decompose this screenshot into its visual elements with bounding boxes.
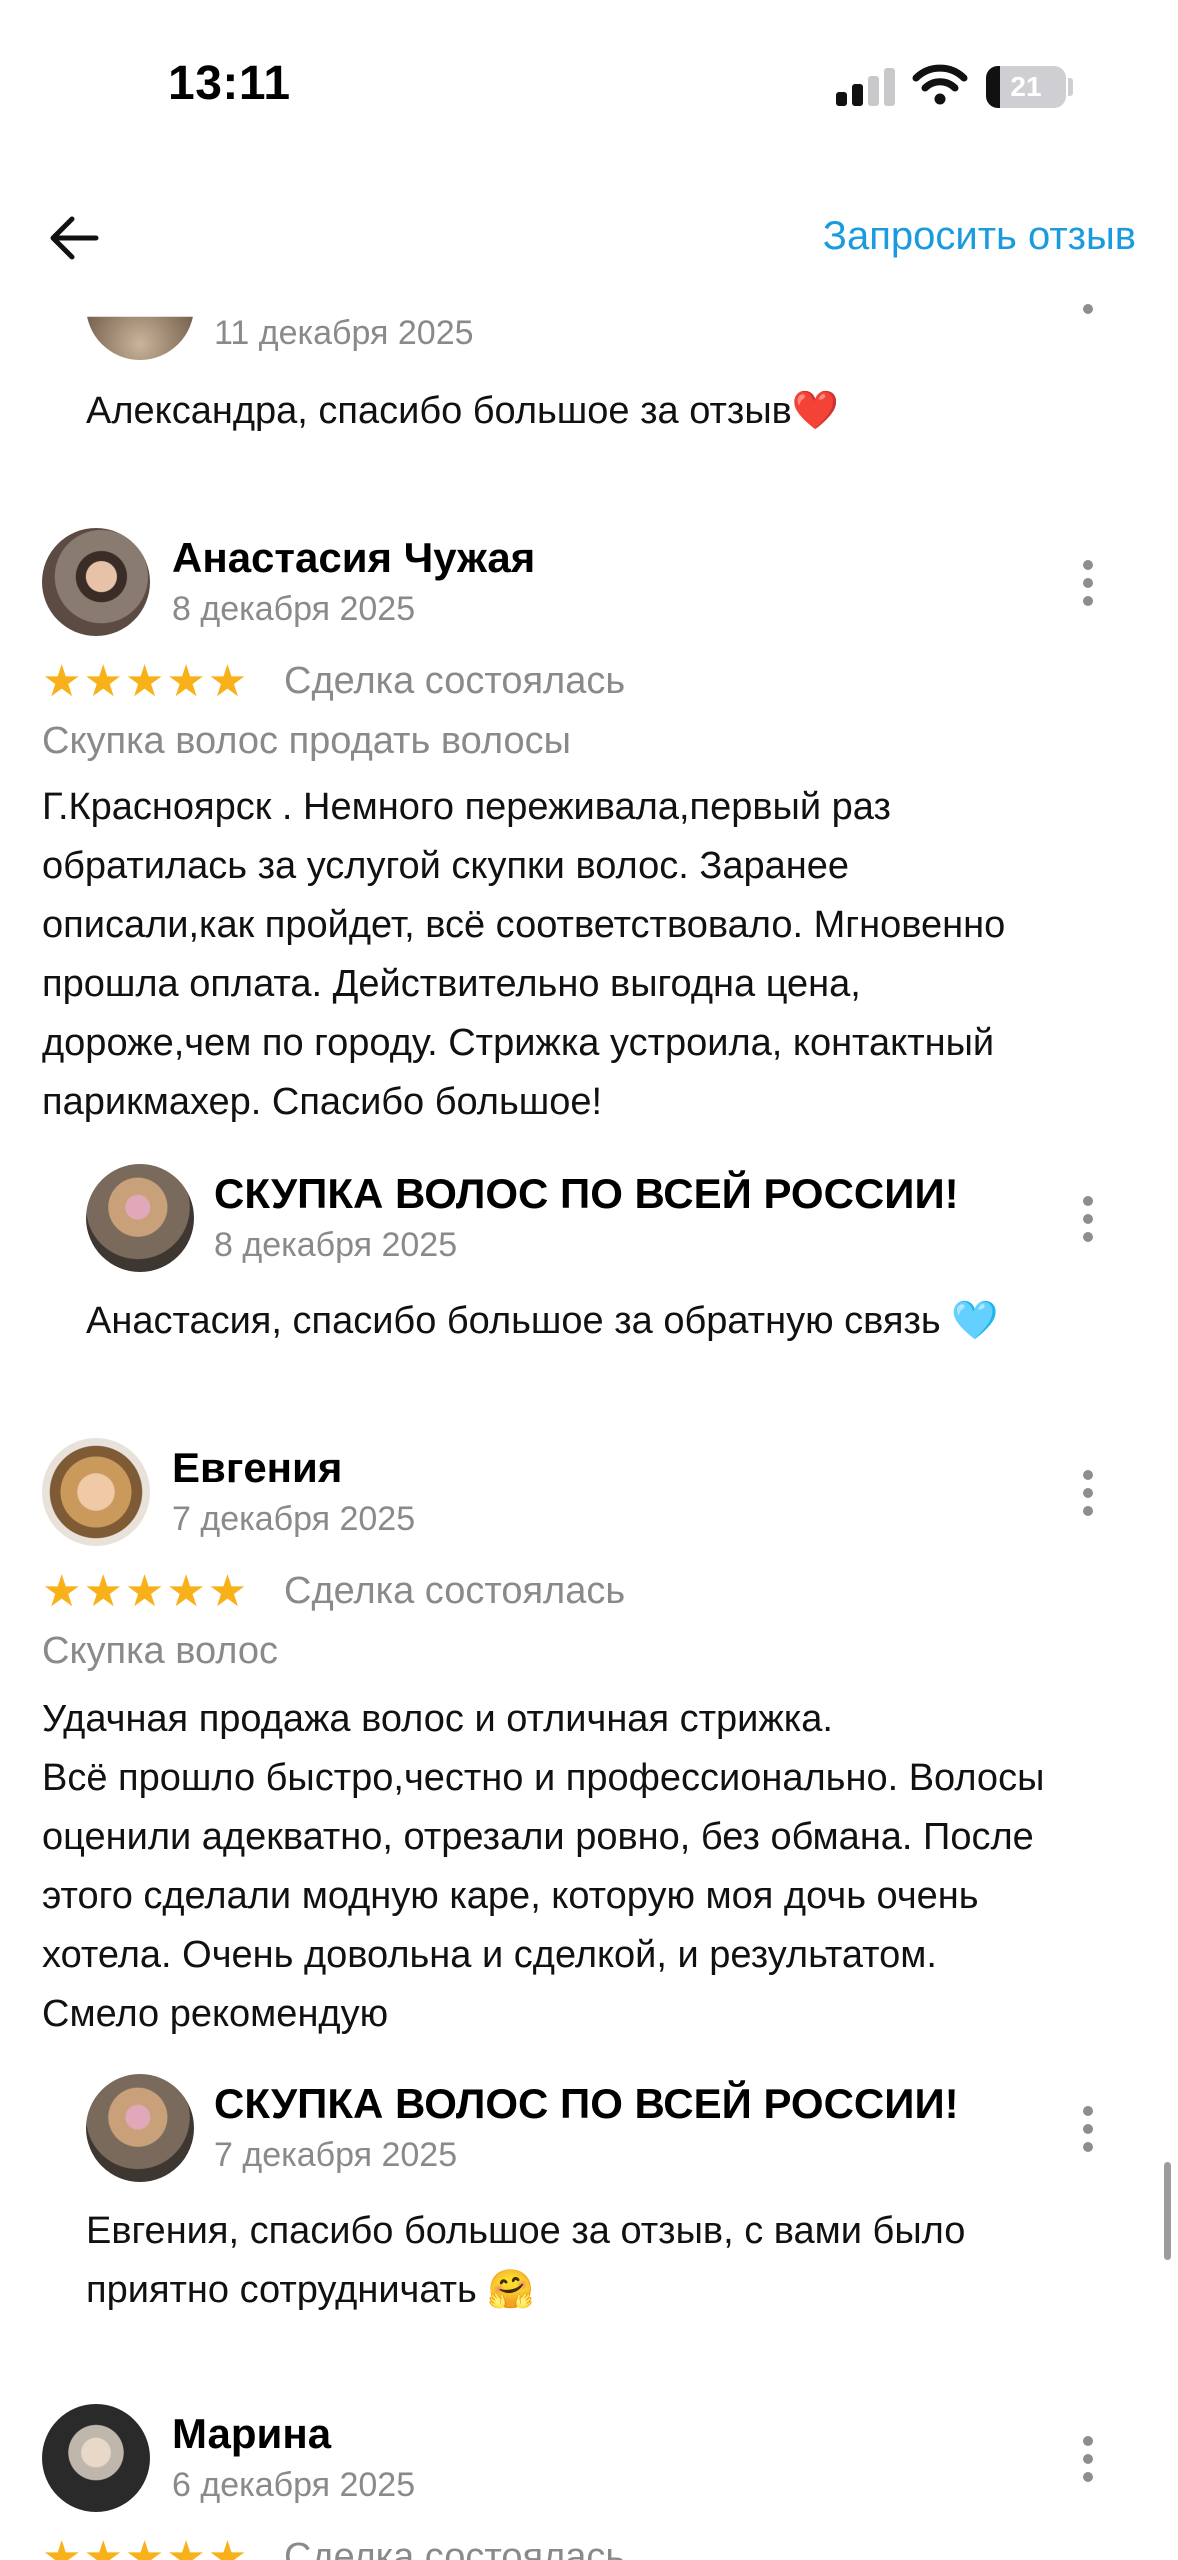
- review-author[interactable]: Анастасия Чужая: [172, 534, 535, 582]
- reply-author[interactable]: СКУПКА ВОЛОС ПО ВСЕЙ РОССИИ!: [214, 2080, 959, 2128]
- request-review-link[interactable]: Запросить отзыв: [823, 214, 1136, 259]
- battery-level: 21: [1010, 71, 1042, 102]
- reply-date: 11 декабря 2025: [214, 314, 474, 352]
- scrollbar[interactable]: [1164, 2162, 1171, 2260]
- status-time: 13:11: [168, 57, 291, 110]
- avatar: [86, 2074, 194, 2182]
- more-options-icon[interactable]: [1082, 1196, 1094, 1246]
- service-name: Скупка волос: [42, 1630, 279, 1672]
- service-name: Скупка волос продать волосы: [42, 720, 571, 762]
- reply-text: Александра, спасибо большое за отзыв❤️: [86, 390, 840, 432]
- rating-stars: ★★★★★: [42, 657, 250, 706]
- cellular-signal-icon: [836, 68, 896, 106]
- avatar: [86, 316, 194, 360]
- reply-text: Евгения, спасибо большое за отзыв, с вам…: [86, 2210, 966, 2311]
- reply-author[interactable]: СКУПКА ВОЛОС ПО ВСЕЙ РОССИИ!: [214, 1170, 959, 1218]
- review-date: 6 декабря 2025: [172, 2466, 416, 2504]
- more-options-icon[interactable]: [1082, 1470, 1094, 1520]
- wifi-icon: [912, 64, 968, 105]
- review-date: 8 декабря 2025: [172, 590, 416, 628]
- avatar: [42, 1438, 150, 1546]
- avatar: [42, 2404, 150, 2512]
- battery-icon: 21: [986, 66, 1066, 108]
- review-text: Г.Красноярск . Немного переживала,первый…: [42, 786, 1006, 1123]
- more-options-icon[interactable]: [1082, 560, 1094, 610]
- reply-date: 8 декабря 2025: [214, 1226, 458, 1264]
- review-text: Удачная продажа волос и отличная стрижка…: [42, 1698, 1045, 2035]
- review-author[interactable]: Марина: [172, 2410, 331, 2458]
- review-author[interactable]: Евгения: [172, 1444, 342, 1492]
- more-options-icon[interactable]: [1082, 296, 1094, 322]
- rating-stars: ★★★★★: [42, 2533, 250, 2560]
- deal-status: Сделка состоялась: [284, 1570, 626, 1612]
- reply-text: Анастасия, спасибо большое за обратную с…: [86, 1300, 999, 1342]
- rating-stars: ★★★★★: [42, 1567, 250, 1616]
- avatar: [42, 528, 150, 636]
- more-options-icon[interactable]: [1082, 2106, 1094, 2156]
- more-options-icon[interactable]: [1082, 2436, 1094, 2486]
- reviews-screen: 13:11 21 Запросить отзыв 11 декабря 2025…: [0, 0, 1178, 2560]
- review-date: 7 декабря 2025: [172, 1500, 416, 1538]
- arrow-left-icon[interactable]: [44, 208, 104, 268]
- avatar: [86, 1164, 194, 1272]
- deal-status: Сделка состоялась: [284, 2536, 626, 2560]
- reply-date: 7 декабря 2025: [214, 2136, 458, 2174]
- deal-status: Сделка состоялась: [284, 660, 626, 702]
